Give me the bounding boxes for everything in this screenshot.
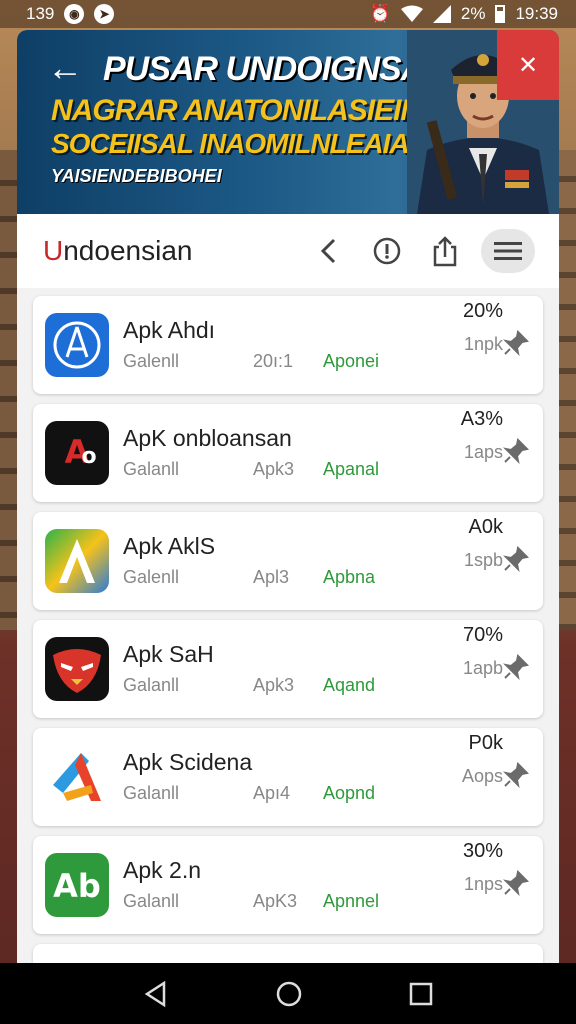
app-version: Apl3 xyxy=(253,567,290,587)
pin-icon[interactable] xyxy=(503,330,529,356)
app-title: Apk 2.n xyxy=(123,857,201,883)
app-status: Aopnd xyxy=(323,783,376,803)
status-left: 139 ◉ ➤ xyxy=(26,4,115,24)
list-item[interactable]: Apk SaH Galanll Apk3 Aqand 70% 1apb xyxy=(33,620,543,718)
app-window: ← PUSAR UNDOIGNSAN NAGRAR ANATONILASIEIN… xyxy=(17,30,559,965)
back-arrow-icon[interactable]: ← xyxy=(47,50,83,86)
nav-recents-icon[interactable] xyxy=(408,981,434,1007)
close-icon: ✕ xyxy=(517,51,539,79)
wifi-icon xyxy=(400,5,423,22)
mask-emblem-icon xyxy=(45,637,109,701)
toolbar: Undoensian xyxy=(17,214,559,288)
app-name-rest: ndoensian xyxy=(63,235,193,266)
app-percent: A3% xyxy=(460,408,503,430)
app-count: 1spb xyxy=(463,550,503,570)
app-count: 1aps xyxy=(463,442,503,462)
svg-text:Ab: Ab xyxy=(53,867,101,905)
promo-banner[interactable]: ← PUSAR UNDOIGNSAN NAGRAR ANATONILASIEIN… xyxy=(17,30,559,214)
nav-home-icon[interactable] xyxy=(275,980,303,1008)
app-category: Galenll xyxy=(123,351,180,371)
banner-line-2: SOCEIISAL INAOMILNLEAIAR xyxy=(51,128,429,159)
share-icon xyxy=(433,236,457,267)
notification-icon: ◉ xyxy=(64,4,85,24)
chevron-left-icon xyxy=(320,238,336,264)
app-list: Apk Ahdı Galenll 20ı:1 Aponei 20% 1npk A… xyxy=(17,288,559,965)
system-nav-bar xyxy=(0,963,576,1024)
app-category: Galanll xyxy=(123,891,180,911)
status-bar: 139 ◉ ➤ ⏰ 2% 19:39 xyxy=(0,0,576,28)
status-right: ⏰ 2% 19:39 xyxy=(370,4,558,24)
back-button[interactable] xyxy=(307,229,351,273)
app-status: Aponei xyxy=(323,351,380,371)
app-percent: P0k xyxy=(468,732,503,754)
app-count: 1apb xyxy=(462,658,503,678)
app-count: 1nps xyxy=(463,874,503,894)
list-item-partial[interactable] xyxy=(33,944,543,965)
app-category: Galanll xyxy=(123,783,180,803)
app-status: Apanal xyxy=(323,459,380,479)
app-status: Apbna xyxy=(323,567,376,587)
nav-back-icon[interactable] xyxy=(142,980,170,1008)
battery-percent: 2% xyxy=(460,4,486,23)
list-item[interactable]: Ao ApK onbloansan Galanll Apk3 Apanal A3… xyxy=(33,404,543,502)
info-icon xyxy=(373,237,401,265)
app-category: Galanll xyxy=(123,675,180,695)
background-building-right xyxy=(558,150,576,630)
close-ad-button[interactable]: ✕ xyxy=(497,30,559,100)
banner-line-3: YAISIENDEBIBOHEI xyxy=(51,166,222,186)
pin-icon[interactable] xyxy=(503,546,529,572)
list-item[interactable]: Ab Apk 2.n Galanll ApK3 Apnnel 30% 1nps xyxy=(33,836,543,934)
app-version: Apı4 xyxy=(253,783,291,803)
app-status: Aqand xyxy=(323,675,376,695)
app-title: Apk Scidena xyxy=(123,749,253,775)
app-title: Apk SaH xyxy=(123,641,214,667)
colorful-a-icon xyxy=(45,745,109,809)
app-count: Aops xyxy=(461,766,503,786)
messenger-icon: ➤ xyxy=(94,4,115,24)
banner-title: PUSAR UNDOIGNSAN xyxy=(103,50,449,88)
battery-icon xyxy=(495,5,506,23)
app-title: Apk Ahdı xyxy=(123,317,216,343)
green-ab-icon: Ab xyxy=(45,853,109,917)
gradient-a-icon xyxy=(45,529,109,593)
app-title: Apk AklS xyxy=(123,533,216,559)
ao-logo-icon: Ao xyxy=(45,421,109,485)
pin-icon[interactable] xyxy=(503,438,529,464)
alarm-icon: ⏰ xyxy=(369,4,391,23)
app-version: ApK3 xyxy=(253,891,298,911)
app-version: Apk3 xyxy=(253,459,295,479)
app-version: Apk3 xyxy=(253,675,295,695)
app-status: Apnnel xyxy=(323,891,380,911)
app-name-initial: U xyxy=(43,235,64,266)
app-percent: 70% xyxy=(462,624,503,646)
app-percent: 20% xyxy=(462,300,503,322)
share-button[interactable] xyxy=(423,229,467,273)
app-percent: A0k xyxy=(468,516,503,538)
signal-icon xyxy=(432,5,451,23)
list-item[interactable]: Apk Scidena Galanll Apı4 Aopnd P0k Aops xyxy=(33,728,543,826)
svg-text:o: o xyxy=(81,444,96,469)
pin-icon[interactable] xyxy=(503,762,529,788)
app-name: Undoensian xyxy=(43,235,293,267)
list-item[interactable]: Apk AklS Galenll Apl3 Apbna A0k 1spb xyxy=(33,512,543,610)
list-item[interactable]: Apk Ahdı Galenll 20ı:1 Aponei 20% 1npk xyxy=(33,296,543,394)
pin-icon[interactable] xyxy=(503,870,529,896)
info-button[interactable] xyxy=(365,229,409,273)
hamburger-menu-icon xyxy=(494,242,522,260)
app-title: ApK onbloansan xyxy=(123,425,292,451)
app-category: Galanll xyxy=(123,459,180,479)
status-clock: 19:39 xyxy=(515,4,558,23)
app-version: 20ı:1 xyxy=(253,351,294,371)
app-count: 1npk xyxy=(463,334,503,354)
blue-compass-icon xyxy=(45,313,109,377)
app-category: Galenll xyxy=(123,567,180,587)
app-percent: 30% xyxy=(462,840,503,862)
status-time-left: 139 xyxy=(26,4,55,23)
menu-button[interactable] xyxy=(481,229,535,273)
banner-line-1: NAGRAR ANATONILASIEIN xyxy=(51,94,422,127)
pin-icon[interactable] xyxy=(503,654,529,680)
